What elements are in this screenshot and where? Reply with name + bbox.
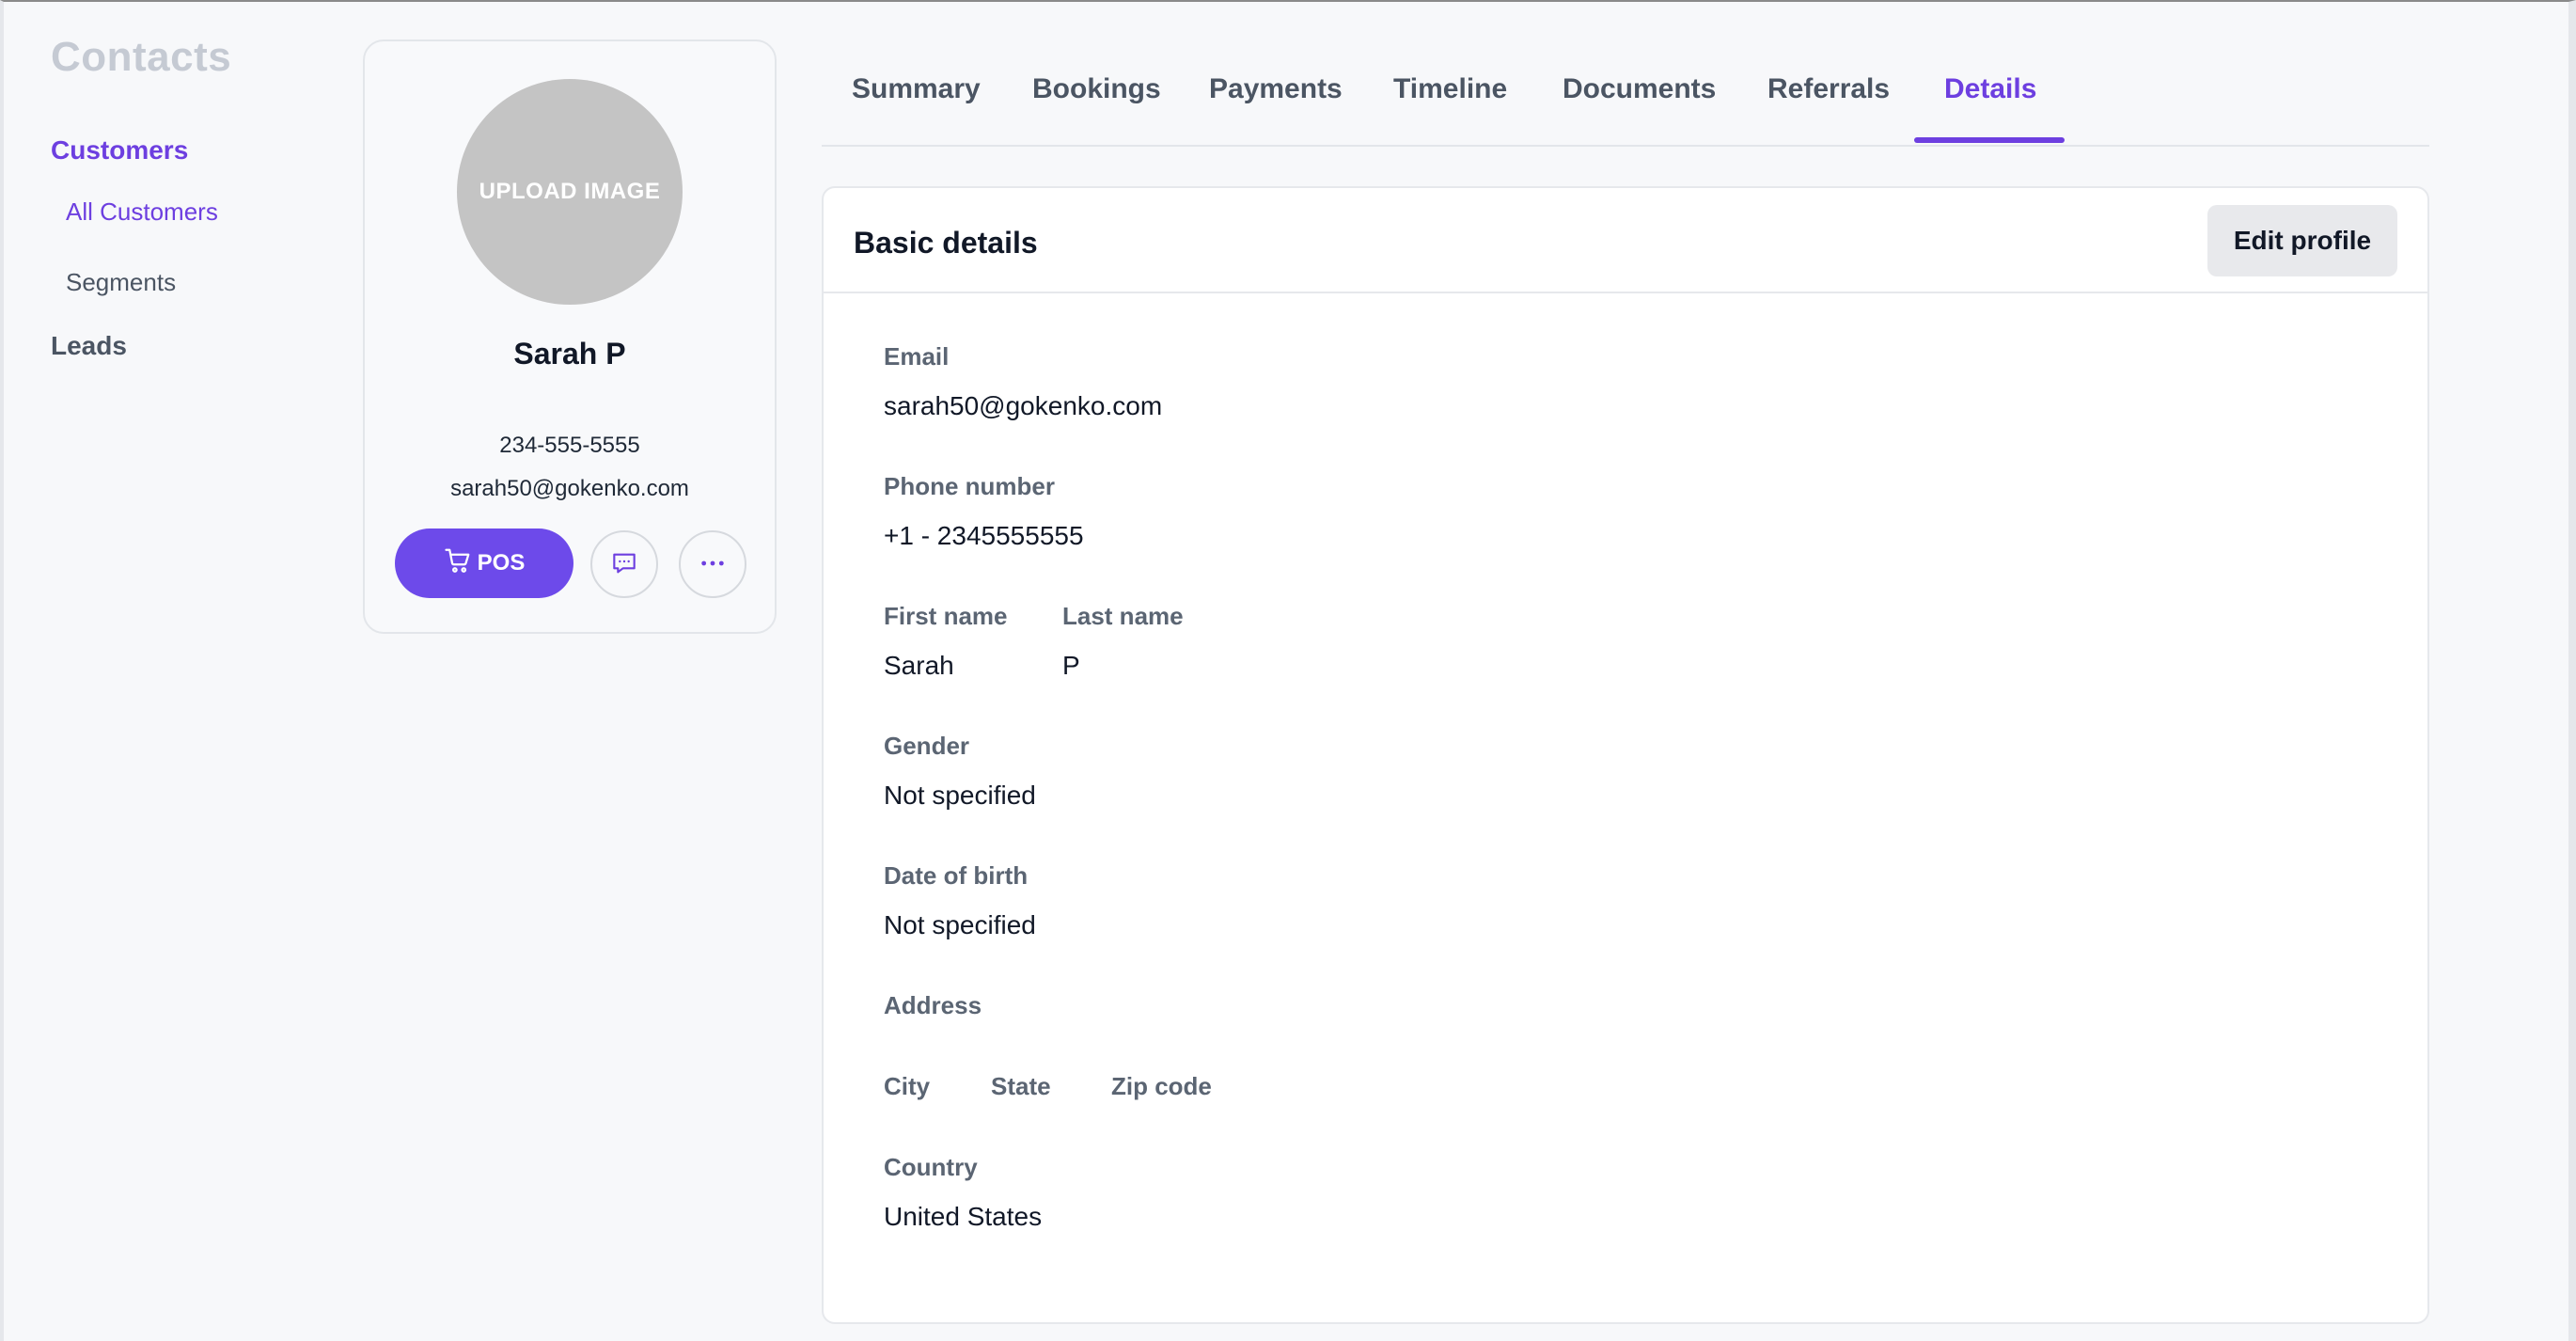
app-window: Contacts Customers All Customers Segment… xyxy=(0,0,2576,1341)
address-label: Address xyxy=(884,991,982,1019)
basic-details-panel: Basic details Edit profile Email sarah50… xyxy=(822,186,2429,1324)
last-name-value: P xyxy=(1062,651,1080,680)
panel-title: Basic details xyxy=(854,226,1038,260)
phone-value: +1 - 2345555555 xyxy=(884,521,1084,550)
phone-label: Phone number xyxy=(884,472,1056,500)
gender-value: Not specified xyxy=(884,781,1036,810)
city-label: City xyxy=(884,1072,931,1100)
tab-summary[interactable]: Summary xyxy=(852,73,981,105)
upload-image-avatar[interactable]: UPLOAD IMAGE xyxy=(457,79,683,305)
dob-value: Not specified xyxy=(884,910,1036,939)
first-name-value: Sarah xyxy=(884,651,954,680)
first-name-label: First name xyxy=(884,602,1008,630)
pos-button[interactable]: POS xyxy=(395,529,573,598)
sidebar-item-segments[interactable]: Segments xyxy=(66,268,333,297)
country-value: United States xyxy=(884,1202,1043,1231)
cart-icon xyxy=(444,546,472,581)
gender-label: Gender xyxy=(884,732,970,760)
profile-email: sarah50@gokenko.com xyxy=(450,476,689,501)
sidebar-section-customers[interactable]: Customers xyxy=(51,135,333,166)
country-label: Country xyxy=(884,1153,978,1181)
sidebar-section-leads[interactable]: Leads xyxy=(51,331,333,361)
edit-profile-button[interactable]: Edit profile xyxy=(2207,205,2397,276)
email-value: sarah50@gokenko.com xyxy=(884,391,1163,420)
panel-header: Basic details Edit profile xyxy=(824,188,2427,293)
profile-card: UPLOAD IMAGE Sarah P 234-555-5555 sarah5… xyxy=(363,39,777,634)
profile-name: Sarah P xyxy=(513,337,626,371)
tab-referrals[interactable]: Referrals xyxy=(1767,73,1890,105)
sidebar-item-all-customers[interactable]: All Customers xyxy=(66,197,333,227)
tab-documents[interactable]: Documents xyxy=(1563,73,1716,105)
tab-payments[interactable]: Payments xyxy=(1209,73,1343,105)
sidebar: Contacts Customers All Customers Segment… xyxy=(51,34,333,361)
email-label: Email xyxy=(884,342,950,371)
tab-timeline[interactable]: Timeline xyxy=(1393,73,1507,105)
profile-phone: 234-555-5555 xyxy=(499,433,640,458)
message-button[interactable] xyxy=(590,530,658,598)
tab-bar: Summary Bookings Payments Timeline Docum… xyxy=(822,2,2429,147)
more-options-button[interactable] xyxy=(679,530,746,598)
zip-code-label: Zip code xyxy=(1111,1072,1212,1100)
more-horizontal-icon xyxy=(698,548,728,581)
last-name-label: Last name xyxy=(1062,602,1184,630)
tab-details[interactable]: Details xyxy=(1944,73,2036,105)
active-tab-indicator xyxy=(1914,137,2065,143)
state-label: State xyxy=(991,1072,1051,1100)
dob-label: Date of birth xyxy=(884,861,1029,890)
chat-bubble-icon xyxy=(609,548,639,581)
tab-bookings[interactable]: Bookings xyxy=(1032,73,1161,105)
upload-image-label: UPLOAD IMAGE xyxy=(479,179,661,204)
pos-button-label: POS xyxy=(477,550,526,576)
page-title: Contacts xyxy=(51,34,232,80)
